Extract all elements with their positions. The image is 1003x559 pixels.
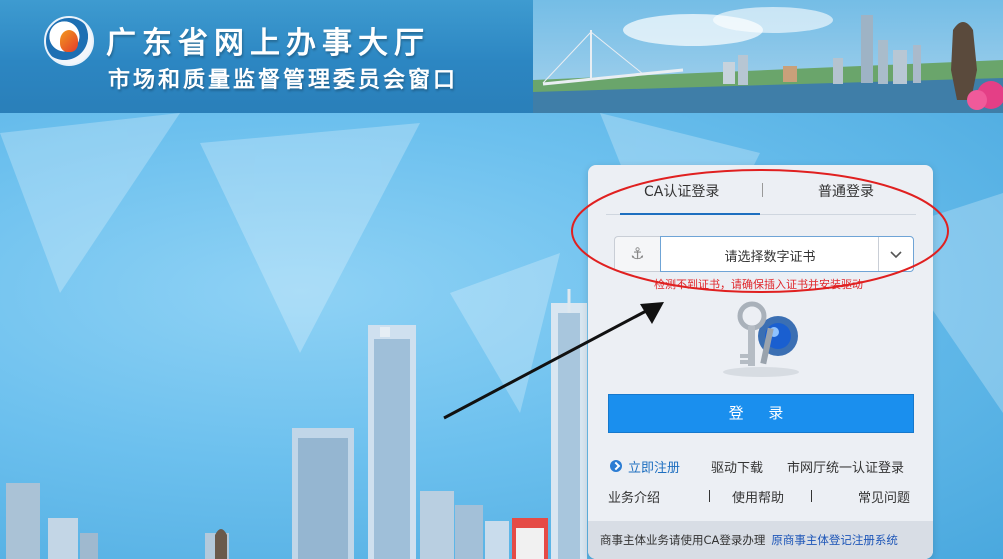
- tab-ca-login[interactable]: CA认证登录: [644, 181, 719, 201]
- register-link[interactable]: 立即注册: [628, 457, 680, 476]
- certificate-select-row: ⚓ 请选择数字证书: [614, 236, 914, 272]
- links-row-primary: 立即注册 驱动下载 市网厅统一认证登录: [608, 457, 918, 477]
- tab-normal-login[interactable]: 普通登录: [818, 181, 874, 201]
- link-divider: [709, 490, 710, 502]
- footer-notice: 商事主体业务请使用CA登录办理 原商事主体登记注册系统: [600, 532, 898, 548]
- legacy-registration-system-link[interactable]: 原商事主体登记注册系统: [771, 533, 898, 547]
- chevron-right-circle-icon: [610, 460, 622, 472]
- tab-active-indicator: [620, 213, 760, 215]
- login-button[interactable]: 登 录: [608, 394, 914, 433]
- login-panel: CA认证登录 普通登录 ⚓ 请选择数字证书 检测不到证书，请确保插入证书并安装驱…: [588, 165, 933, 559]
- certificate-select-value: 请选择数字证书: [724, 250, 816, 265]
- certificate-warning: 检测不到证书，请确保插入证书并安装驱动: [654, 278, 863, 291]
- tab-divider: [762, 183, 763, 197]
- links-row-secondary: 业务介绍 使用帮助 常见问题: [608, 487, 918, 507]
- help-link[interactable]: 使用帮助: [732, 487, 784, 506]
- link-divider: [811, 490, 812, 502]
- driver-download-link[interactable]: 驱动下载: [711, 457, 763, 476]
- certificate-select[interactable]: 请选择数字证书: [660, 236, 914, 272]
- usb-key-icon: [723, 301, 799, 377]
- faq-link[interactable]: 常见问题: [858, 487, 910, 506]
- footer-notice-text: 商事主体业务请使用CA登录办理: [600, 533, 766, 547]
- site-logo: [44, 16, 94, 66]
- chevron-down-icon[interactable]: [887, 245, 905, 263]
- header-city-banner-image: [533, 0, 1003, 113]
- site-header: 广东省网上办事大厅 市场和质量监督管理委员会窗口: [0, 0, 1003, 113]
- login-footer: 商事主体业务请使用CA登录办理 原商事主体登记注册系统: [588, 521, 933, 559]
- unified-auth-login-link[interactable]: 市网厅统一认证登录: [787, 457, 904, 476]
- site-subtitle: 市场和质量监督管理委员会窗口: [108, 68, 459, 93]
- business-intro-link[interactable]: 业务介绍: [608, 487, 660, 506]
- login-tabs: CA认证登录 普通登录: [606, 177, 916, 215]
- anchor-icon: ⚓: [614, 236, 660, 272]
- select-divider: [878, 237, 879, 271]
- site-title: 广东省网上办事大厅: [106, 26, 430, 61]
